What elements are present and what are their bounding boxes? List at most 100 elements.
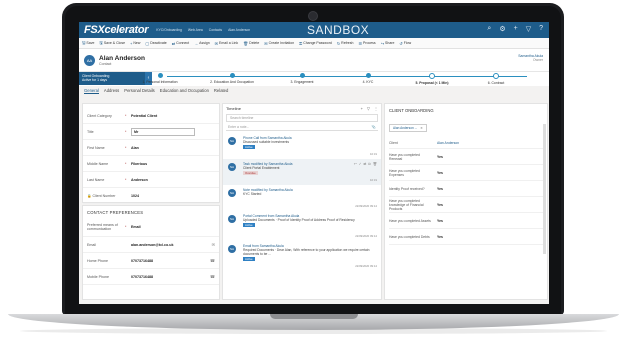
breadcrumb-item[interactable]: Contacts [209, 28, 222, 32]
bpf-stage[interactable]: 2. Education And Occupation [205, 73, 259, 84]
command-flow-button[interactable]: ↺ Flow [399, 41, 411, 46]
post-title[interactable]: Email from Samantha Akula [243, 241, 381, 248]
bpf-stage[interactable]: 6. Contract [469, 73, 523, 85]
client-lookup-value[interactable]: Alan Anderson [431, 141, 459, 145]
assign-icon[interactable]: ⇄ [363, 162, 366, 166]
bpf-stage[interactable]: 4. KYC [341, 73, 395, 84]
answer-value[interactable]: Yes [431, 187, 443, 191]
post-body: Uploaded Documents · Proof of Identity P… [243, 218, 355, 222]
command-create-invitation-button[interactable]: ✉ Create Invitation [264, 41, 294, 46]
avatar: SA [228, 189, 236, 197]
timeline-search-input[interactable]: Search timeline [226, 114, 378, 122]
timeline-post[interactable]: SA Note modified by Samantha Akula KYC Sta… [223, 185, 381, 211]
field-label: Home Phone [87, 258, 108, 263]
tab-education-and-occupation[interactable]: Education and Occupation [160, 88, 209, 93]
bpf-stage-label: 5. Proposal (< 1 Min) [415, 81, 449, 85]
timeline-post[interactable]: SA Task modified by Samantha Akula Client … [223, 159, 381, 185]
scrollbar[interactable] [543, 124, 546, 254]
app-logo[interactable]: FSXcelerator [79, 24, 149, 36]
more-icon[interactable]: ⋮ [374, 106, 378, 111]
question-label: Identity Proof received? [389, 186, 425, 191]
answer-value[interactable]: Yes [431, 171, 443, 175]
timeline-post[interactable]: SA Portal Comment from Samantha Akula Uplo… [223, 211, 381, 241]
filter-icon[interactable]: ▽ [367, 106, 370, 111]
command-deactivate-button[interactable]: ▢ Deactivate [145, 41, 166, 46]
avatar: AA [84, 54, 95, 66]
search-icon[interactable]: ⌕ [487, 25, 491, 33]
avatar: SA [228, 163, 236, 171]
answer-value[interactable]: Yes [431, 203, 443, 207]
answer-value[interactable]: Yes [431, 235, 443, 239]
bpf-stage[interactable]: 5. Proposal (< 1 Min) [405, 73, 459, 85]
command-change-password-button[interactable]: ⚿ Change Password [299, 41, 332, 46]
bpf-stage-label: 2. Education And Occupation [210, 80, 254, 84]
command-share-button[interactable]: ↪ Share [381, 41, 395, 46]
bpf-stage[interactable]: 1. Personal Information [133, 73, 187, 84]
command-connect-button[interactable]: ⇄ Connect [172, 41, 189, 46]
command-delete-button[interactable]: 🗑 Delete [243, 41, 259, 46]
post-title[interactable]: Portal Comment from Samantha Akula [243, 211, 381, 218]
field-value[interactable]: alan.anderson@tcl.co.uk [131, 243, 173, 247]
breadcrumb-item[interactable]: KYC/Onboarding [156, 28, 182, 32]
phone-icon[interactable]: ☎ [210, 258, 215, 263]
command-label: New [133, 41, 141, 45]
owner-label: Owner [533, 58, 543, 62]
field-value[interactable]: Mr [131, 127, 195, 136]
settings-icon[interactable]: ⚙ [499, 25, 505, 33]
breadcrumb-item[interactable]: Alan Anderson [228, 28, 250, 32]
close-icon[interactable]: ✕ [420, 126, 423, 130]
stage-indicator-icon [429, 73, 435, 79]
tab-related[interactable]: Related [214, 88, 228, 93]
record-owner[interactable]: Samantha Akula Owner [518, 54, 543, 62]
record-tab[interactable]: Alan Anderson ... ✕ [389, 124, 427, 132]
timeline-post[interactable]: SA Email from Samantha Akula Required Docu… [223, 241, 381, 271]
add-icon[interactable]: + [514, 25, 518, 33]
bpf-stage-label: 6. Contract [487, 81, 505, 85]
answer-value[interactable]: Yes [431, 219, 443, 223]
reply-icon[interactable]: ↩ [354, 162, 357, 166]
post-title[interactable]: Phone Call from Samantha Akula [243, 133, 381, 140]
open-icon[interactable]: ⧉ [368, 162, 370, 166]
delete-icon[interactable]: 🗑 [373, 162, 377, 166]
phone-icon[interactable]: ☎ [210, 274, 215, 279]
stage-indicator-icon [365, 73, 371, 78]
command-process-button[interactable]: ☰ Process [358, 41, 375, 46]
note-input[interactable]: Enter a note... 📎 [226, 124, 378, 131]
bpf-stage[interactable]: 3. Engagement [275, 73, 329, 84]
command-assign-button[interactable]: → Assign [194, 41, 210, 46]
field-value[interactable]: Anderson [131, 178, 148, 182]
answer-value[interactable]: Yes [431, 155, 443, 159]
tab-personal-details[interactable]: Personal Details [124, 88, 155, 93]
field-label: Client Category [87, 113, 112, 118]
field-value[interactable]: 07073716488 [131, 275, 153, 279]
command-label: Save & Close [103, 41, 126, 45]
attachment-icon[interactable]: 📎 [372, 124, 376, 130]
field-value[interactable]: Fiberious [131, 162, 147, 166]
question-label: Have you completed Debts [389, 234, 430, 239]
tab-general[interactable]: General [84, 88, 99, 94]
camera-icon [308, 11, 318, 21]
field-value[interactable]: Potential Client [131, 114, 157, 118]
stage-indicator-icon [493, 73, 499, 79]
post-title[interactable]: Note modified by Samantha Akula [243, 185, 381, 192]
help-icon[interactable]: ? [539, 25, 543, 33]
command-save-button[interactable]: 🖫 Save [82, 40, 94, 47]
check-icon[interactable]: ✓ [359, 162, 362, 166]
field-label: Email [87, 242, 96, 247]
field-value[interactable]: 1024 [131, 194, 139, 198]
command-refresh-button[interactable]: ↻ Refresh [337, 41, 354, 46]
command-save-close-button[interactable]: 🖫 Save & Close [99, 40, 125, 47]
filter-icon[interactable]: ▽ [526, 25, 531, 33]
field-value[interactable]: Alan [131, 146, 139, 150]
timeline-post[interactable]: SA Phone Call from Samantha Akula Discusse… [223, 133, 381, 159]
add-icon[interactable]: + [361, 106, 363, 111]
field-value[interactable]: Email [131, 225, 141, 229]
field-value[interactable]: 07073716488 [131, 259, 153, 263]
command-new-button[interactable]: + New [130, 41, 140, 46]
tab-address[interactable]: Address [104, 88, 119, 93]
breadcrumb-item[interactable]: Web Area [188, 28, 203, 32]
field-label: First Name [87, 145, 105, 150]
breadcrumb: KYC/Onboarding Web Area Contacts Alan Ander… [156, 28, 250, 32]
email-icon[interactable]: ✉ [212, 242, 215, 247]
command-email-a-link-button[interactable]: ✉ Email a Link [215, 41, 238, 46]
